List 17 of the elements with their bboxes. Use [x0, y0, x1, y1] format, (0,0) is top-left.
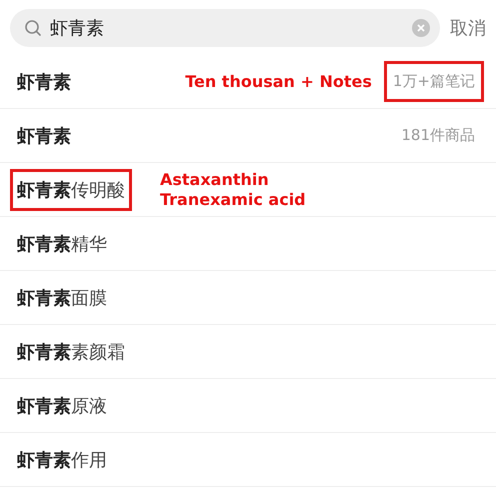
suggestion-item[interactable]: 虾青素精华	[10, 222, 114, 264]
annotation-note: Astaxanthin Tranexamic acid	[160, 170, 306, 210]
search-text: 虾青素	[50, 17, 105, 40]
suggestion-item[interactable]: 虾青素素颜霜	[10, 330, 132, 372]
result-count: 181件商品	[400, 125, 476, 146]
search-icon	[24, 19, 42, 37]
suggestion-item[interactable]: 虾青素传明酸	[10, 168, 132, 210]
result-count: 1万+篇笔记	[384, 61, 484, 102]
suggestion-item[interactable]: 虾青素原液	[10, 384, 114, 426]
cancel-button[interactable]: 取消	[450, 16, 486, 40]
search-field[interactable]: 虾青素	[10, 9, 440, 47]
clear-icon[interactable]	[412, 19, 430, 37]
suggestion-item[interactable]: 虾青素面膜	[10, 276, 114, 318]
suggestion-item[interactable]: 虾青素作用	[10, 438, 114, 480]
suggestion-item[interactable]: 虾青素	[10, 60, 78, 102]
suggestion-item[interactable]: 虾青素	[10, 114, 78, 156]
annotation-note: Ten thousan + Notes	[185, 72, 372, 92]
